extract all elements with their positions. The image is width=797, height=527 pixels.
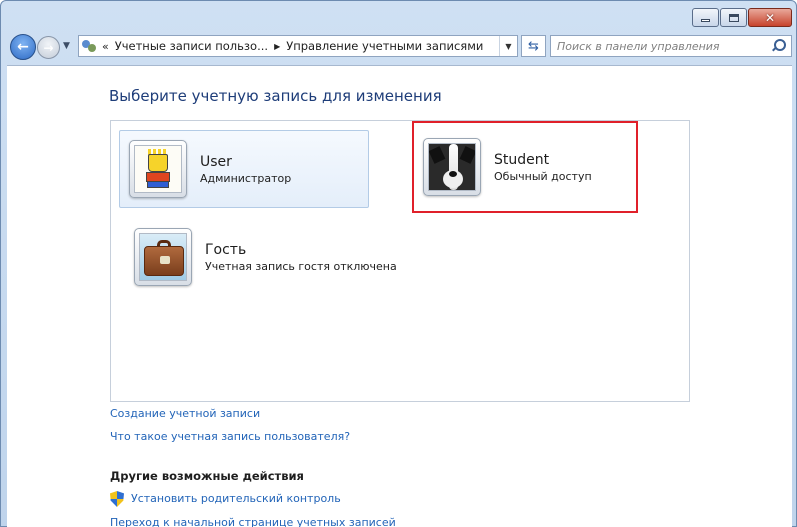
overflow-chevron-icon[interactable]: « (102, 40, 109, 53)
avatar (423, 138, 481, 196)
avatar (134, 228, 192, 286)
uac-shield-icon (110, 491, 124, 507)
address-dropdown-icon[interactable]: ▼ (499, 36, 517, 56)
recent-pages-dropdown[interactable]: ▼ (63, 41, 73, 53)
back-button[interactable]: ← (10, 34, 36, 60)
goto-main-row: Переход к начальной странице учетных зап… (110, 516, 396, 527)
goto-main-accounts-link[interactable]: Переход к начальной странице учетных зап… (110, 516, 396, 527)
other-actions-heading: Другие возможные действия (110, 469, 304, 483)
search-box[interactable] (550, 35, 792, 57)
account-student[interactable]: Student Обычный доступ (412, 121, 638, 213)
what-is-account-link[interactable]: Что такое учетная запись пользователя? (110, 430, 350, 444)
parental-control-row: Установить родительский контроль (110, 491, 341, 507)
breadcrumb-manage-accounts[interactable]: Управление учетными записями (286, 39, 483, 53)
account-name: Гость (205, 241, 247, 258)
breadcrumb-separator-icon[interactable]: ▶ (274, 42, 280, 51)
maximize-button[interactable] (720, 8, 747, 27)
refresh-icon: ⇆ (528, 38, 539, 54)
parental-control-link[interactable]: Установить родительский контроль (131, 492, 341, 506)
maximize-icon (728, 13, 739, 22)
account-user[interactable]: User Администратор (119, 130, 369, 208)
caption-buttons: ✕ (691, 8, 792, 27)
account-name: Student (494, 151, 550, 168)
back-arrow-icon: ← (17, 39, 29, 55)
window-frame: ✕ ← → ▼ « Учетные записи пользо... ▶ Упр… (0, 0, 797, 527)
main-content: Выберите учетную запись для изменения Us… (7, 65, 792, 527)
accounts-panel: User Администратор Student Обычный досту… (110, 120, 690, 402)
dog-avatar-icon (428, 143, 476, 191)
minimize-button[interactable] (692, 8, 719, 27)
close-icon: ✕ (764, 10, 776, 25)
create-account-link[interactable]: Создание учетной записи (110, 407, 260, 421)
suitcase-avatar-icon (139, 233, 187, 281)
refresh-button[interactable]: ⇆ (521, 35, 546, 57)
account-guest[interactable]: Гость Учетная запись гостя отключена (119, 218, 419, 296)
search-input[interactable] (557, 39, 762, 53)
navigation-bar: ← → ▼ « Учетные записи пользо... ▶ Управ… (7, 33, 792, 61)
account-role: Администратор (200, 171, 292, 185)
minimize-icon (701, 19, 710, 22)
page-title: Выберите учетную запись для изменения (109, 87, 442, 105)
bart-simpson-avatar-icon (134, 145, 182, 193)
account-role: Обычный доступ (494, 169, 592, 183)
forward-button[interactable]: → (37, 36, 60, 59)
address-bar[interactable]: « Учетные записи пользо... ▶ Управление … (78, 35, 518, 57)
close-button[interactable]: ✕ (748, 8, 792, 27)
control-panel-users-icon (82, 39, 98, 53)
forward-arrow-icon: → (43, 40, 54, 55)
avatar (129, 140, 187, 198)
breadcrumb-user-accounts[interactable]: Учетные записи пользо... (115, 39, 268, 53)
account-role: Учетная запись гостя отключена (205, 259, 397, 273)
search-icon[interactable] (771, 39, 786, 53)
account-name: User (200, 153, 232, 170)
